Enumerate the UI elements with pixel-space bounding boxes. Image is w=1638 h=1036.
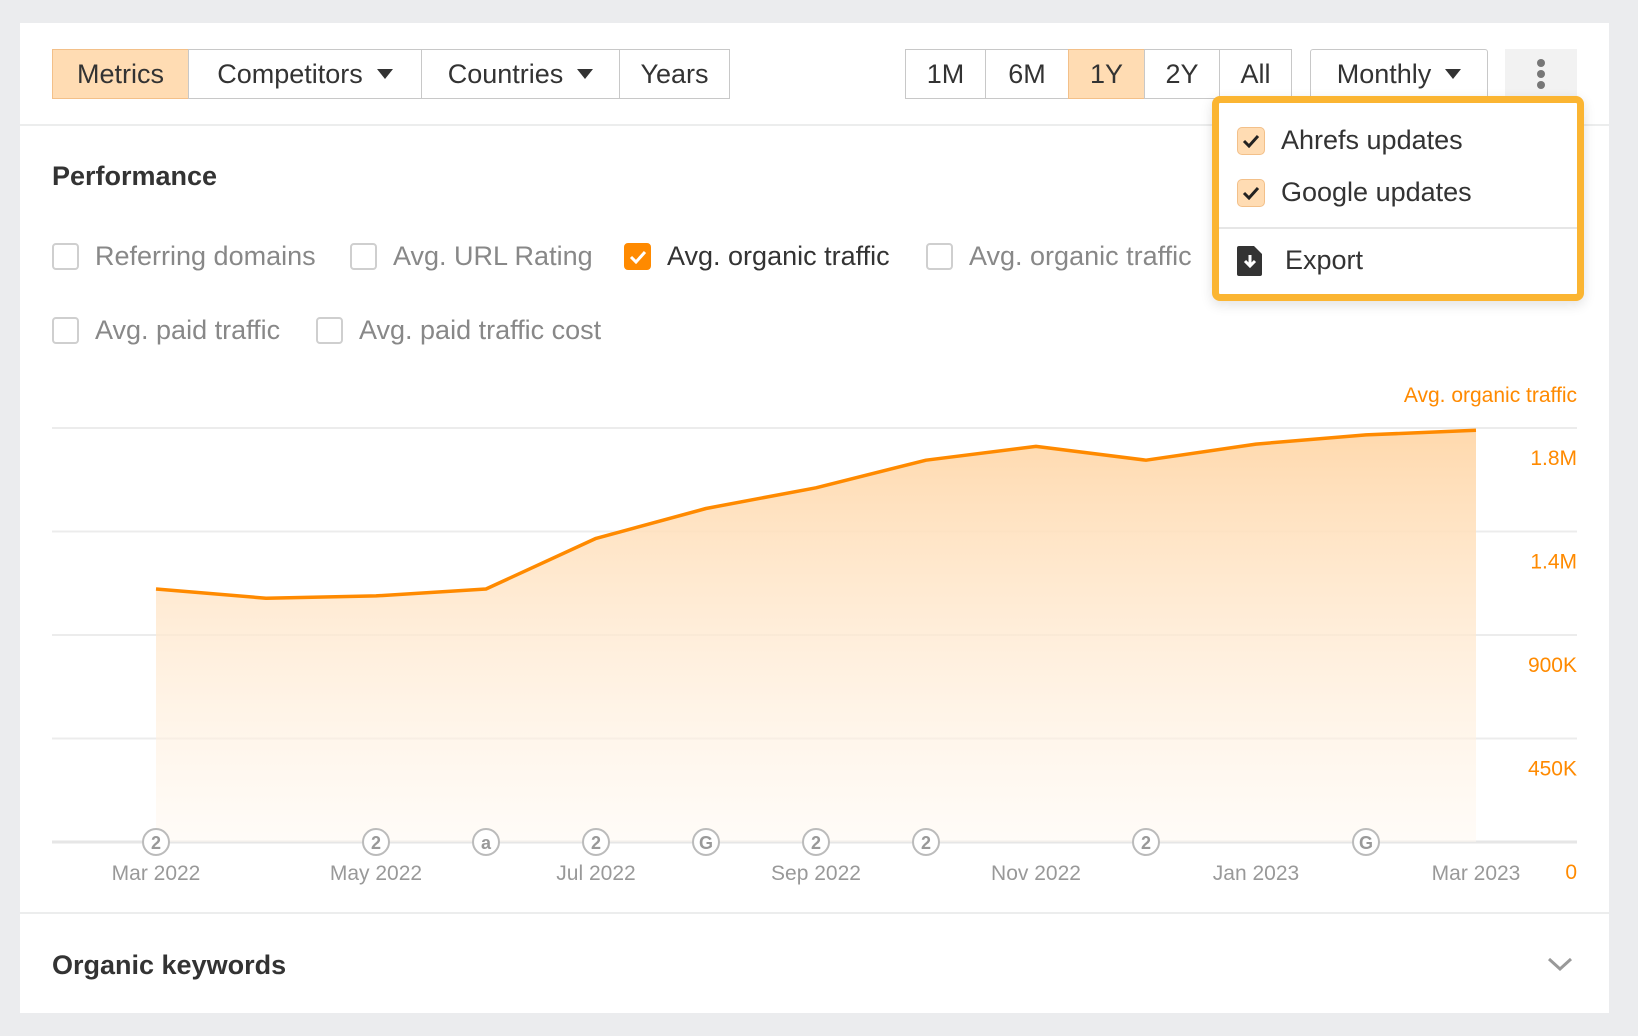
range-6m[interactable]: 6M <box>985 49 1069 99</box>
tab-years[interactable]: Years <box>619 49 730 99</box>
y-tick-label: 900K <box>1528 654 1577 677</box>
menu-item-export[interactable]: Export <box>1237 245 1363 276</box>
update-marker-label: 2 <box>921 833 931 853</box>
range-label: 1M <box>926 58 965 89</box>
update-marker-label: G <box>699 833 713 853</box>
tab-competitors[interactable]: Competitors <box>188 49 422 99</box>
menu-item-label: Export <box>1285 245 1364 275</box>
y-tick-label: 1.4M <box>1530 551 1577 574</box>
checkbox[interactable] <box>52 317 79 344</box>
traffic-chart: Avg. organic traffic 0 450K 900K 1.4M 1.8M Mar… <box>52 384 1577 885</box>
metric-avg-url-rating[interactable]: Avg. URL Rating <box>350 241 593 272</box>
range-label: All <box>1240 58 1271 89</box>
caret-down-icon <box>376 69 393 79</box>
area-fill <box>156 430 1476 842</box>
y-tick-label: 450K <box>1528 758 1577 781</box>
update-marker-label: 2 <box>1141 833 1151 853</box>
checkbox-checked[interactable] <box>1237 178 1265 207</box>
update-marker-label: 2 <box>591 833 601 853</box>
metric-avg-paid-traffic[interactable]: Avg. paid traffic <box>52 315 280 346</box>
x-tick-label: Jan 2023 <box>1213 862 1299 885</box>
menu-item-ahrefs-updates[interactable]: Ahrefs updates <box>1237 125 1463 156</box>
check-icon <box>1242 134 1260 148</box>
menu-item-label: Google updates <box>1281 177 1472 207</box>
check-icon <box>1242 186 1260 200</box>
range-1y[interactable]: 1Y <box>1068 49 1145 99</box>
x-tick-label: Mar 2023 <box>1432 862 1521 885</box>
checkbox[interactable] <box>350 243 377 270</box>
chevron-down-icon[interactable] <box>1546 955 1574 973</box>
interval-label: Monthly <box>1336 58 1432 89</box>
file-download-icon <box>1237 245 1262 276</box>
range-label: 2Y <box>1165 58 1199 89</box>
tab-label: Countries <box>447 58 564 89</box>
metric-label: Avg. organic traffic <box>969 241 1192 271</box>
update-marker-label: G <box>1359 833 1373 853</box>
range-1m[interactable]: 1M <box>905 49 986 99</box>
metric-label: Referring domains <box>95 241 316 271</box>
metric-label: Avg. paid traffic <box>95 315 281 345</box>
update-marker-label: 2 <box>371 833 381 853</box>
update-marker-label: 2 <box>151 833 161 853</box>
range-2y[interactable]: 2Y <box>1144 49 1220 99</box>
tab-countries[interactable]: Countries <box>421 49 620 99</box>
range-label: 1Y <box>1089 58 1124 89</box>
interval-select[interactable]: Monthly <box>1310 49 1488 99</box>
y-tick-label: 0 <box>1565 861 1577 884</box>
metric-avg-organic-traffic-value[interactable]: Avg. organic traffic <box>926 241 1192 272</box>
range-all[interactable]: All <box>1219 49 1292 99</box>
x-tick-label: Jul 2022 <box>556 862 635 885</box>
update-marker-label: 2 <box>811 833 821 853</box>
check-icon <box>629 250 646 264</box>
range-label: 6M <box>1008 58 1046 89</box>
metric-label: Avg. URL Rating <box>393 241 593 271</box>
metric-referring-domains[interactable]: Referring domains <box>52 241 316 272</box>
options-dropdown-menu: Ahrefs updates Google updates Export <box>1212 96 1584 301</box>
update-marker-label: a <box>481 833 492 853</box>
caret-down-icon <box>577 69 594 79</box>
section-title-performance: Performance <box>52 161 218 191</box>
menu-divider <box>1219 227 1577 229</box>
series-label: Avg. organic traffic <box>1404 384 1577 407</box>
x-tick-label: Nov 2022 <box>991 862 1081 885</box>
divider <box>20 912 1609 914</box>
tab-metrics[interactable]: Metrics <box>52 49 189 99</box>
checkbox-checked[interactable] <box>1237 126 1265 155</box>
section-title-organic-keywords: Organic keywords <box>52 950 287 980</box>
menu-item-label: Ahrefs updates <box>1281 125 1463 155</box>
metric-avg-paid-traffic-cost[interactable]: Avg. paid traffic cost <box>316 315 601 346</box>
metric-label: Avg. organic traffic <box>667 241 890 271</box>
checkbox[interactable] <box>316 317 343 344</box>
x-tick-label: Sep 2022 <box>771 862 861 885</box>
x-tick-label: Mar 2022 <box>112 862 201 885</box>
kebab-vertical-icon <box>1537 59 1545 89</box>
caret-down-icon <box>1445 69 1462 79</box>
x-tick-label: May 2022 <box>330 862 422 885</box>
tab-label: Metrics <box>77 58 164 89</box>
checkbox[interactable] <box>52 243 79 270</box>
metric-avg-organic-traffic[interactable]: Avg. organic traffic <box>624 241 890 272</box>
more-options-button[interactable] <box>1505 49 1577 99</box>
y-tick-label: 1.8M <box>1530 447 1577 470</box>
tab-label: Years <box>640 58 709 89</box>
metric-label: Avg. paid traffic cost <box>359 315 602 345</box>
menu-item-google-updates[interactable]: Google updates <box>1237 177 1472 208</box>
tab-label: Competitors <box>217 58 363 89</box>
checkbox-checked[interactable] <box>624 243 651 270</box>
checkbox[interactable] <box>926 243 953 270</box>
